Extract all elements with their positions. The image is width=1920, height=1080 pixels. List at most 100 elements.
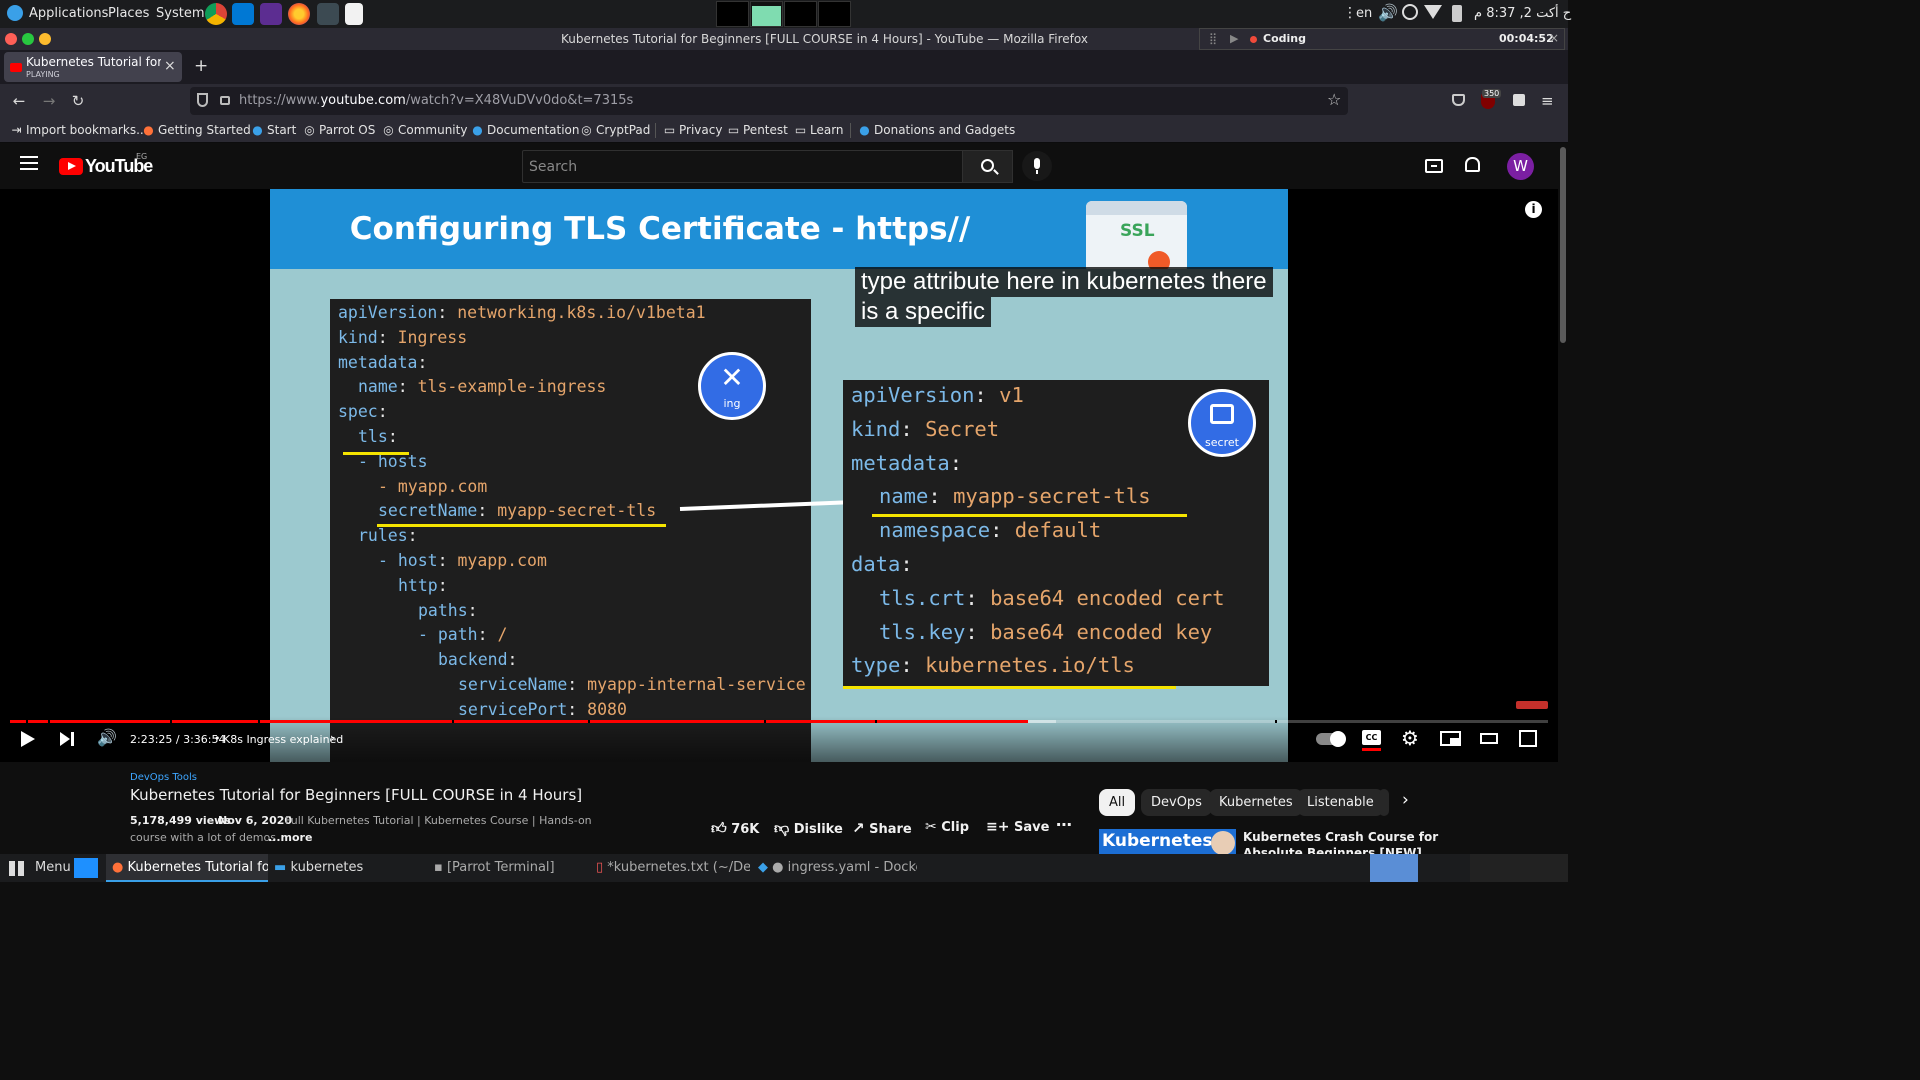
chevron-right-icon[interactable]: › (330, 731, 335, 745)
chips-next-icon[interactable]: › (1402, 790, 1409, 810)
subscribe-watermark-icon[interactable] (1516, 701, 1548, 709)
settings-gear-icon[interactable]: ⚙ (1401, 726, 1419, 750)
vertical-dots-icon[interactable]: ⋮ (1343, 5, 1357, 21)
search-input[interactable]: Search (522, 150, 963, 183)
hamburger-menu-icon[interactable]: ≡ (1541, 92, 1554, 110)
show-desktop-icon[interactable] (74, 858, 98, 878)
menu-grid-icon[interactable] (9, 861, 24, 876)
chip-devops[interactable]: DevOps (1141, 789, 1212, 816)
url-bar[interactable]: https://www.youtube.com/watch?v=X48VuDVv… (190, 87, 1348, 115)
chapter-title[interactable]: K8s Ingress explained (223, 733, 343, 746)
taskbar-item-kubernetes[interactable]: ▬ kubernetes (268, 854, 428, 882)
scrollbar-thumb[interactable] (1560, 147, 1566, 343)
clock[interactable]: ح أكت 2, 8:37 م (1474, 6, 1571, 21)
search-button[interactable] (962, 150, 1013, 183)
firefox-launcher-icon[interactable] (288, 3, 310, 25)
grid-handle-icon[interactable]: ⣿ (1209, 32, 1217, 45)
bookmark-parrot-os[interactable]: ◎ Parrot OS (303, 123, 375, 137)
info-icon[interactable]: i (1525, 201, 1542, 218)
text-editor-launcher-icon[interactable] (345, 3, 363, 25)
related-video-thumbnail[interactable]: Kubernetes (1099, 829, 1236, 854)
fullscreen-icon[interactable] (1519, 730, 1537, 747)
minimize-window-button[interactable] (22, 33, 34, 45)
workspace-3[interactable] (784, 1, 817, 27)
menu-applications[interactable]: Applications (29, 6, 108, 21)
workspace-indicator-active[interactable] (1370, 854, 1418, 882)
tab-youtube[interactable]: Kubernetes Tutorial for B PLAYING × (4, 52, 182, 82)
bookmark-cryptpad[interactable]: ◎ CryptPad (580, 123, 650, 137)
bookmark-star-icon[interactable]: ☆ (1327, 90, 1341, 109)
chip-listenable[interactable]: Listenable (1297, 789, 1384, 816)
close-icon[interactable]: × (1549, 31, 1559, 45)
voice-search-button[interactable] (1022, 151, 1052, 181)
volume-icon[interactable]: 🔊 (1378, 3, 1398, 22)
menu-places[interactable]: Places (108, 6, 149, 21)
notifications-bell-icon[interactable] (1465, 157, 1480, 172)
chip-all[interactable]: All (1099, 789, 1136, 816)
taskbar-item-text-editor[interactable]: ▯ *kubernetes.txt (~/Desk... (590, 854, 750, 882)
taskbar-item-terminal[interactable]: ▪ [Parrot Terminal] (428, 854, 588, 882)
like-button[interactable]: 👍︎ 76K (711, 819, 759, 838)
youtube-logo-icon[interactable] (59, 158, 83, 175)
create-video-icon[interactable] (1425, 159, 1443, 173)
chip-partial[interactable] (1379, 789, 1389, 816)
bookmark-import[interactable]: ⇥ Import bookmarks... (10, 123, 147, 137)
close-tab-icon[interactable]: × (164, 58, 176, 74)
workspace-2[interactable] (750, 1, 783, 27)
show-more-link[interactable]: ...more (268, 831, 312, 844)
chip-kubernetes[interactable]: Kubernetes (1209, 789, 1303, 816)
shield-icon[interactable] (197, 93, 208, 107)
extension-icon[interactable] (1513, 94, 1525, 106)
related-video-title[interactable]: Kubernetes Crash Course for (1243, 830, 1438, 844)
volume-button[interactable]: 🔊 (97, 728, 117, 747)
close-window-button[interactable] (5, 33, 17, 45)
play-icon[interactable]: ▶ (1230, 32, 1238, 45)
terminal-launcher-icon[interactable] (317, 3, 339, 25)
taskbar-menu[interactable]: Menu (35, 860, 71, 875)
progress-track[interactable] (10, 720, 1548, 723)
play-button[interactable] (21, 731, 35, 747)
battery-icon[interactable] (1452, 5, 1462, 22)
chrome-launcher-icon[interactable] (205, 3, 227, 25)
autoplay-toggle[interactable] (1316, 731, 1346, 747)
share-button[interactable]: ↗ Share (852, 819, 912, 837)
avatar[interactable]: W (1507, 153, 1534, 180)
channel-name[interactable]: DevOps Tools (130, 772, 197, 783)
workspace-indicator[interactable] (1470, 854, 1568, 882)
page-scrollbar[interactable] (1558, 143, 1568, 854)
video-player[interactable]: Configuring TLS Certificate - https// SS… (0, 189, 1558, 762)
taskbar-item-vscode[interactable]: ◆ ● ingress.yaml - Docker... (752, 854, 917, 882)
visual-studio-launcher-icon[interactable] (260, 3, 282, 25)
pocket-icon[interactable] (1452, 94, 1465, 106)
bookmark-getting-started[interactable]: ● Getting Started (142, 123, 251, 137)
url-text[interactable]: https://www.youtube.com/watch?v=X48VuDVv… (239, 93, 633, 108)
save-button[interactable]: ≡+ Save (986, 819, 1049, 835)
maximize-window-button[interactable] (39, 33, 51, 45)
theater-mode-icon[interactable] (1480, 733, 1498, 744)
parrot-logo-icon[interactable] (7, 5, 23, 21)
bookmark-folder-privacy[interactable]: ▭ Privacy (663, 123, 723, 137)
back-arrow-icon[interactable]: ← (10, 92, 28, 110)
menu-system[interactable]: System (156, 6, 204, 21)
wifi-icon[interactable] (1424, 5, 1442, 19)
bookmark-documentation[interactable]: ● Documentation (471, 123, 579, 137)
dislike-button[interactable]: 👎︎ Dislike (774, 819, 843, 838)
taskbar-item-firefox[interactable]: ● Kubernetes Tutorial for ... (106, 854, 268, 882)
related-video-title-2[interactable]: Absolute Beginners [NEW] (1243, 846, 1422, 854)
miniplayer-icon[interactable] (1440, 731, 1461, 746)
vscode-launcher-icon[interactable] (232, 3, 254, 25)
clock-icon[interactable] (1402, 4, 1418, 20)
captions-button[interactable]: CC (1362, 730, 1381, 745)
new-tab-button[interactable]: + (194, 56, 208, 76)
workspace-4[interactable] (818, 1, 851, 27)
next-button[interactable] (60, 732, 70, 746)
lock-icon[interactable] (220, 96, 230, 105)
more-actions-icon[interactable]: ⋯ (1056, 815, 1072, 834)
workspace-1[interactable] (716, 1, 749, 27)
bookmark-donations[interactable]: ● Donations and Gadgets (858, 123, 1015, 137)
bookmark-community[interactable]: ◎ Community (382, 123, 467, 137)
bookmark-folder-pentest[interactable]: ▭ Pentest (727, 123, 788, 137)
hamburger-menu-icon[interactable] (20, 156, 38, 170)
clip-button[interactable]: ✂ Clip (925, 819, 969, 835)
keyboard-layout[interactable]: en (1356, 6, 1372, 21)
